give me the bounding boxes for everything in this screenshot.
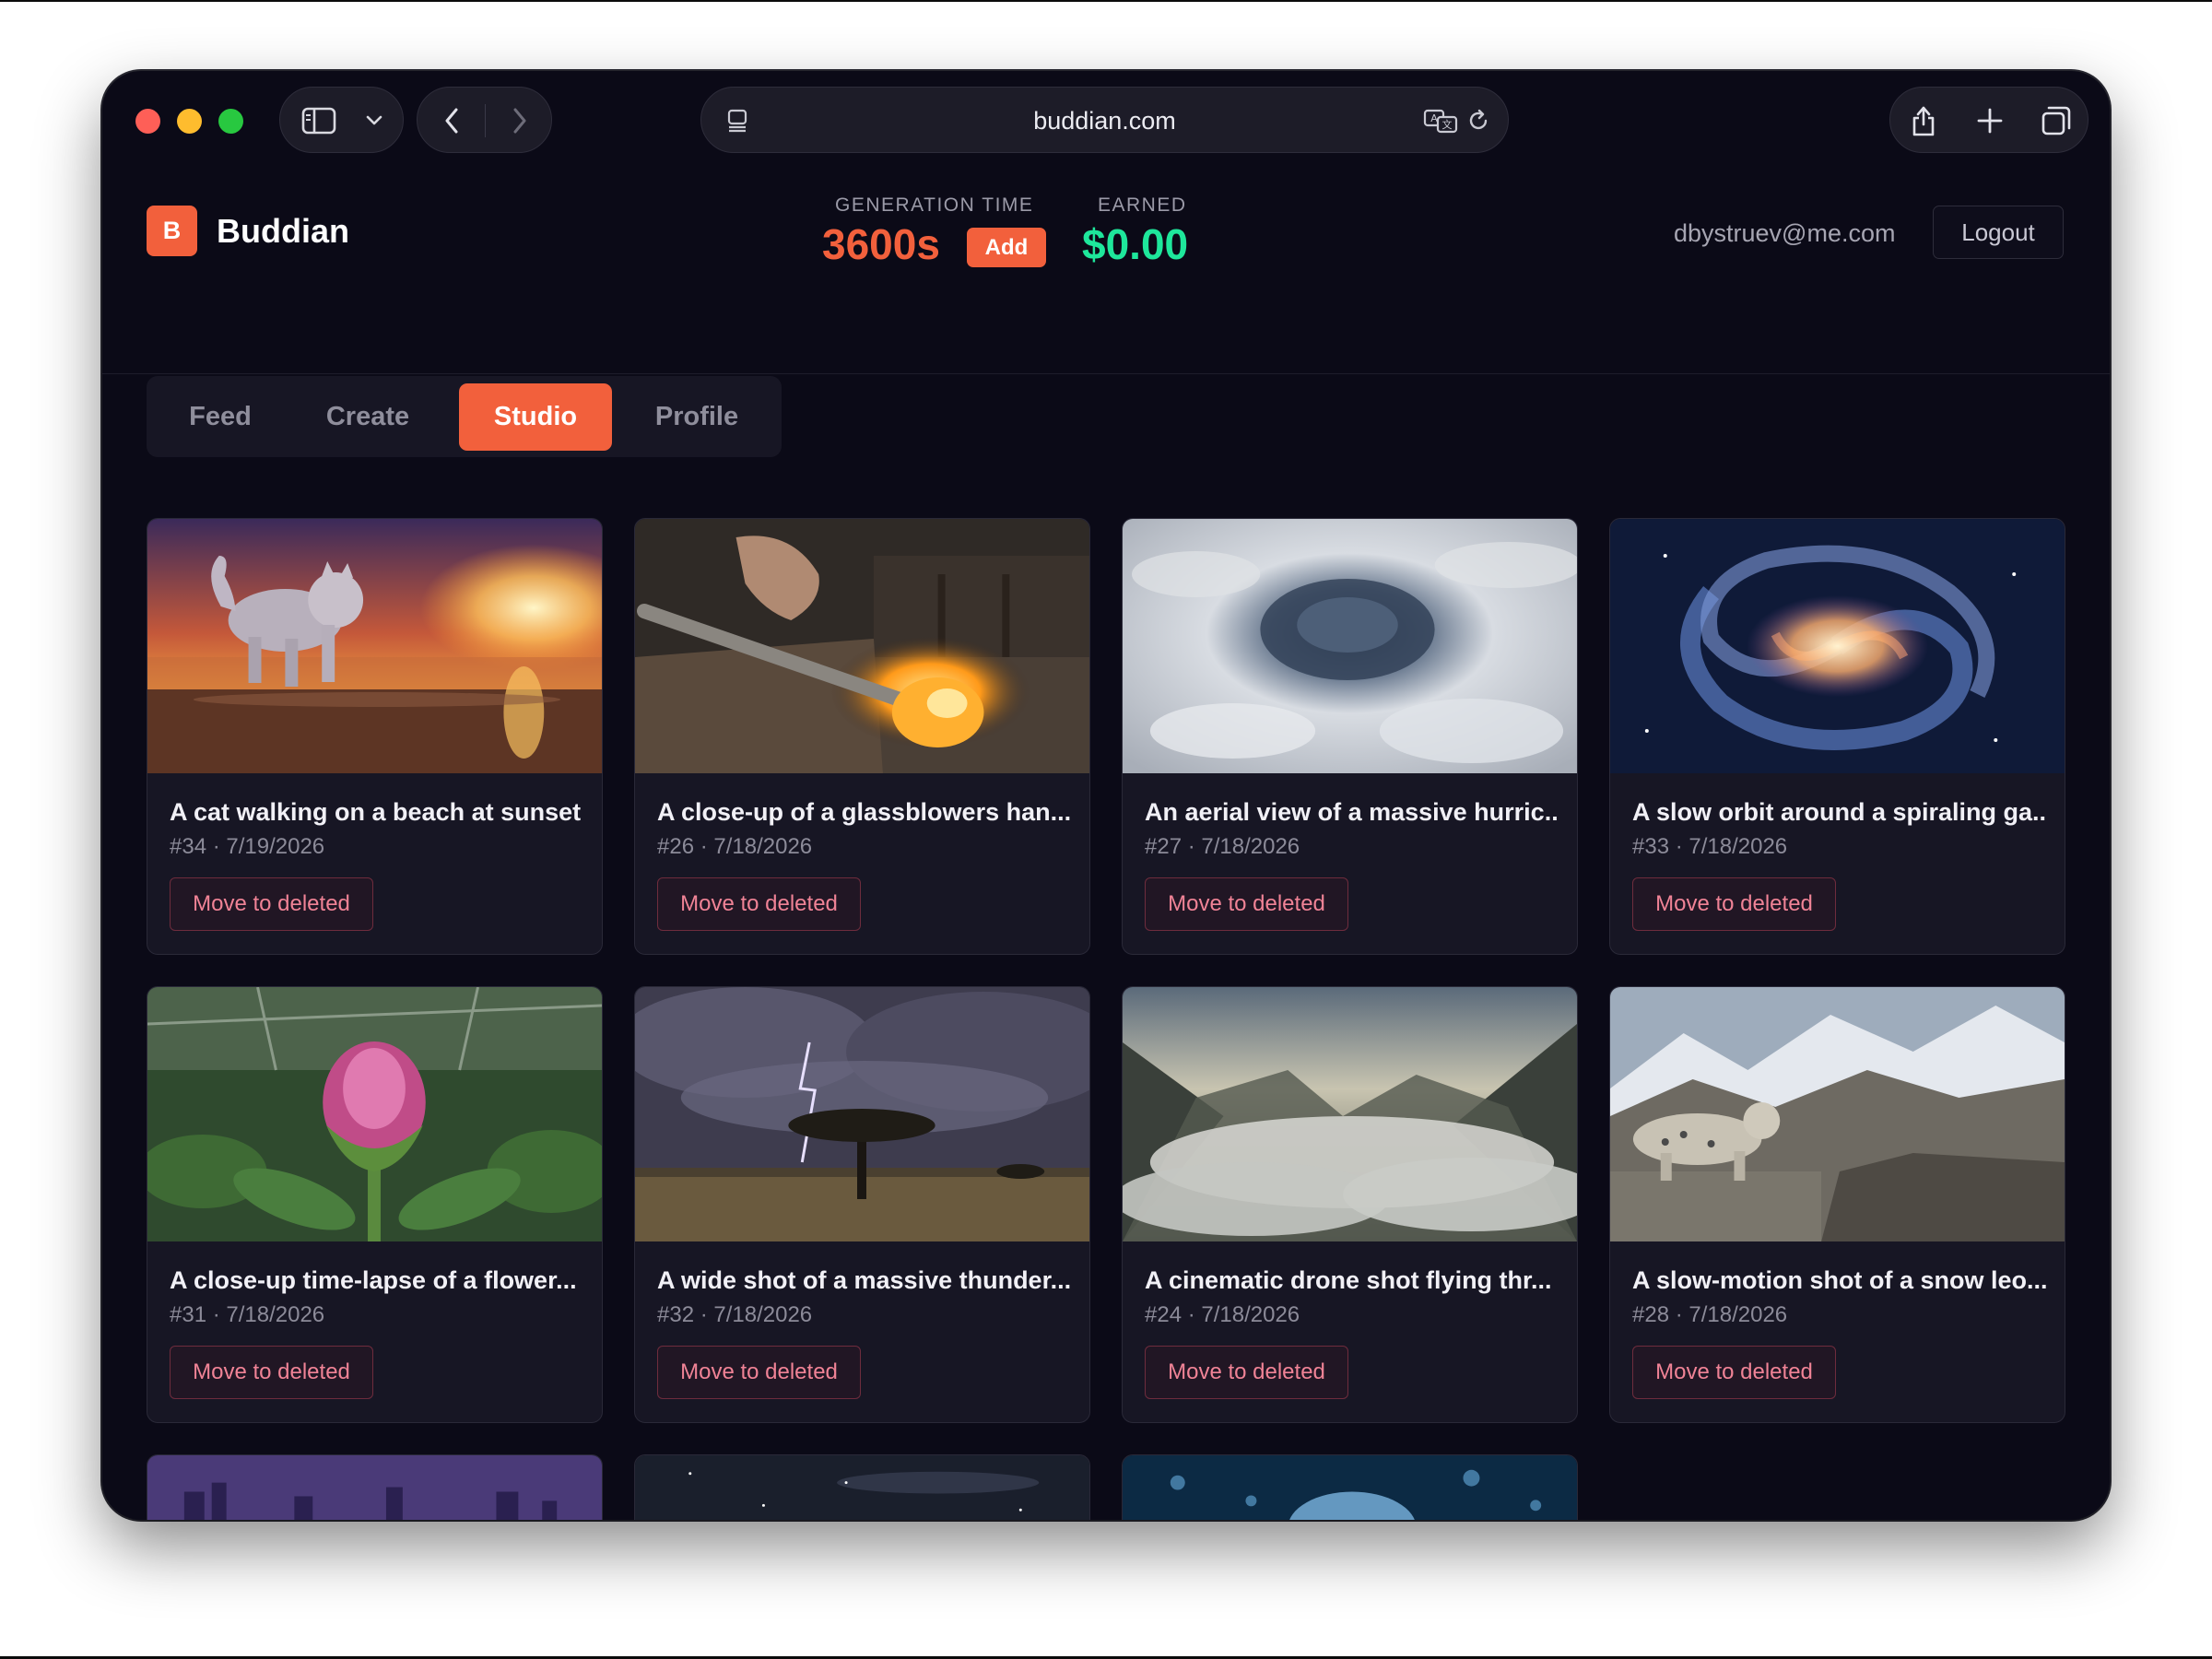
- browser-actions-group: [1889, 87, 2088, 153]
- video-card[interactable]: A cat walking on a beach at sunset #34 ·…: [147, 518, 603, 955]
- main-tabs: Feed Create Studio Profile: [147, 376, 782, 457]
- move-to-deleted-button[interactable]: Move to deleted: [170, 877, 373, 931]
- video-title: A wide shot of a massive thunder...: [657, 1266, 1072, 1294]
- tab-overview-icon[interactable]: [2023, 88, 2089, 154]
- sidebar-icon[interactable]: [293, 88, 345, 154]
- video-card[interactable]: An aerial view of a massive hurric... #2…: [1122, 518, 1578, 955]
- video-title: A slow-motion shot of a snow leo...: [1632, 1266, 2047, 1294]
- share-icon[interactable]: [1890, 88, 1957, 154]
- move-to-deleted-button[interactable]: Move to deleted: [657, 877, 861, 931]
- reload-icon[interactable]: [1460, 88, 1497, 154]
- user-email: dbystruev@me.com: [1674, 219, 1896, 247]
- video-meta: #34 · 7/19/2026: [170, 834, 325, 859]
- video-title: A cat walking on a beach at sunset: [170, 798, 582, 826]
- video-thumbnail[interactable]: [1123, 987, 1577, 1241]
- move-to-deleted-button[interactable]: Move to deleted: [657, 1346, 861, 1399]
- translate-icon[interactable]: A文: [1419, 88, 1462, 154]
- video-card[interactable]: A cinematic drone shot flying thr... #24…: [1122, 986, 1578, 1423]
- video-thumbnail[interactable]: [635, 519, 1089, 773]
- video-card[interactable]: [634, 1454, 1090, 1520]
- video-card[interactable]: A slow-motion shot of a snow leo... #28 …: [1609, 986, 2065, 1423]
- video-thumbnail[interactable]: [147, 987, 602, 1241]
- video-thumbnail[interactable]: [1610, 987, 2065, 1241]
- tab-studio[interactable]: Studio: [459, 383, 612, 451]
- video-thumbnail[interactable]: [147, 519, 602, 773]
- video-meta: #31 · 7/18/2026: [170, 1302, 325, 1327]
- add-time-button[interactable]: Add: [967, 228, 1046, 267]
- app-logo[interactable]: B: [147, 206, 197, 256]
- back-arrow-icon[interactable]: [418, 88, 485, 154]
- new-tab-plus-icon[interactable]: [1957, 88, 2023, 154]
- video-meta: #28 · 7/18/2026: [1632, 1302, 1788, 1327]
- sidebar-toggle-group: [279, 87, 404, 153]
- video-meta: #32 · 7/18/2026: [657, 1302, 813, 1327]
- zoom-window-button[interactable]: [218, 109, 243, 134]
- video-card[interactable]: A close-up of a glassblowers han... #26 …: [634, 518, 1090, 955]
- video-meta: #26 · 7/18/2026: [657, 834, 813, 859]
- video-thumbnail[interactable]: [635, 1455, 1089, 1520]
- video-thumbnail[interactable]: [1123, 519, 1577, 773]
- move-to-deleted-button[interactable]: Move to deleted: [1632, 1346, 1836, 1399]
- video-title: An aerial view of a massive hurric...: [1145, 798, 1559, 826]
- video-meta: #27 · 7/18/2026: [1145, 834, 1300, 859]
- url-text[interactable]: buddian.com: [701, 88, 1508, 154]
- move-to-deleted-button[interactable]: Move to deleted: [1145, 877, 1348, 931]
- svg-text:文: 文: [1442, 118, 1453, 131]
- tab-create[interactable]: Create: [294, 383, 441, 451]
- move-to-deleted-button[interactable]: Move to deleted: [1145, 1346, 1348, 1399]
- video-card[interactable]: A slow orbit around a spiraling ga... #3…: [1609, 518, 2065, 955]
- tab-profile[interactable]: Profile: [612, 383, 782, 451]
- logout-button[interactable]: Logout: [1933, 206, 2064, 259]
- video-card[interactable]: A wide shot of a massive thunder... #32 …: [634, 986, 1090, 1423]
- video-thumbnail[interactable]: [1123, 1455, 1577, 1520]
- navigation-group: [417, 87, 552, 153]
- video-meta: #33 · 7/18/2026: [1632, 834, 1788, 859]
- forward-arrow-icon[interactable]: [486, 88, 553, 154]
- screen-edge-top: [0, 0, 2212, 2]
- video-thumbnail[interactable]: [147, 1455, 602, 1520]
- browser-toolbar: buddian.com A文: [102, 71, 2110, 167]
- generation-time-label: GENERATION TIME: [835, 194, 1034, 216]
- video-title: A close-up time-lapse of a flower...: [170, 1266, 577, 1294]
- video-title: A cinematic drone shot flying thr...: [1145, 1266, 1552, 1294]
- earned-label: EARNED: [1098, 194, 1187, 216]
- video-title: A slow orbit around a spiraling ga...: [1632, 798, 2047, 826]
- video-title: A close-up of a glassblowers han...: [657, 798, 1072, 826]
- tab-feed[interactable]: Feed: [147, 383, 294, 451]
- minimize-window-button[interactable]: [177, 109, 202, 134]
- video-card[interactable]: A close-up time-lapse of a flower... #31…: [147, 986, 603, 1423]
- chevron-down-icon[interactable]: [354, 88, 394, 154]
- browser-window: buddian.com A文 B Buddian GENERATION TIME…: [102, 71, 2110, 1520]
- video-thumbnail[interactable]: [1610, 519, 2065, 773]
- brand-name[interactable]: Buddian: [217, 211, 349, 252]
- move-to-deleted-button[interactable]: Move to deleted: [170, 1346, 373, 1399]
- video-meta: #24 · 7/18/2026: [1145, 1302, 1300, 1327]
- move-to-deleted-button[interactable]: Move to deleted: [1632, 877, 1836, 931]
- generation-time-value: 3600s: [822, 220, 940, 268]
- address-bar[interactable]: buddian.com A文: [700, 87, 1509, 153]
- video-card[interactable]: [1122, 1454, 1578, 1520]
- video-thumbnail[interactable]: [635, 987, 1089, 1241]
- video-card[interactable]: [147, 1454, 603, 1520]
- close-window-button[interactable]: [135, 109, 160, 134]
- earned-value: $0.00: [1082, 220, 1189, 268]
